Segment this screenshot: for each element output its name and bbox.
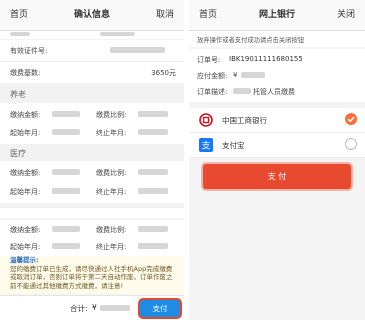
pension-block: 缴纳金额: 缴费比例: 起始年月: 终止年月: — [0, 103, 184, 144]
cancel-link[interactable]: 取消 — [156, 0, 174, 30]
redacted-value — [52, 169, 80, 175]
redacted-value — [138, 188, 168, 194]
pension-section-title: 养老 — [10, 90, 26, 99]
base-amount-label: 缴费基数: — [10, 69, 41, 77]
redacted-text — [10, 32, 30, 36]
redacted-value — [52, 111, 80, 117]
order-amount-currency: ¥ — [233, 71, 238, 79]
redacted-value — [52, 226, 80, 232]
bank-name: 中国工商银行 — [222, 116, 267, 125]
redacted-value — [138, 226, 168, 232]
third-ratio-label: 缴费比例: — [96, 226, 127, 234]
medical-end-label: 终止年月: — [96, 188, 127, 196]
redacted-value — [138, 243, 168, 249]
order-no-value: IBK19011111680155 — [229, 55, 303, 63]
medical-start-label: 起始年月: — [10, 188, 41, 196]
order-desc-redacted — [233, 88, 251, 94]
total-redacted — [100, 305, 130, 311]
id-number-redacted — [110, 47, 165, 53]
base-amount-value: 3650元 — [151, 69, 176, 77]
total-currency: ¥ — [92, 303, 97, 312]
id-number-row: 有效证件号: — [0, 40, 184, 61]
base-amount-row: 缴费基数: 3650元 — [0, 61, 184, 83]
close-link[interactable]: 关闭 — [337, 0, 355, 30]
third-end-label: 终止年月: — [96, 243, 127, 251]
total-label: 合计: — [70, 304, 88, 313]
pension-ratio-label: 缴费比例: — [96, 111, 127, 119]
redacted-value — [138, 111, 168, 117]
order-amount-label: 应付金额: — [197, 72, 228, 80]
alipay-icon: 支 — [199, 138, 213, 152]
radio-selected[interactable] — [345, 113, 357, 125]
confirm-info-panel: 首页 确认信息 取消 有效证件号: 缴费基数: 3650元 养老 缴纳金额: 缴… — [0, 0, 184, 320]
svg-text:支: 支 — [201, 140, 210, 152]
third-amount-label: 缴纳金额: — [10, 226, 41, 234]
redacted-value — [138, 129, 168, 135]
redacted-value — [52, 188, 80, 194]
redacted-text — [100, 32, 135, 36]
bank-name: 支付宝 — [222, 141, 245, 150]
pension-end-label: 终止年月: — [96, 129, 127, 137]
third-insurance-block: 缴纳金额: 缴费比例: 起始年月: 终止年月: — [0, 220, 184, 256]
order-info: 订单号: IBK19011111680155 应付金额: ¥ 订单描述: 托管人… — [189, 49, 365, 102]
check-icon — [347, 116, 355, 123]
warning-text: 放弃操作或者支付成功请点击关闭按钮 — [197, 37, 305, 44]
medical-amount-label: 缴纳金额: — [10, 169, 41, 177]
order-amount-redacted — [241, 72, 265, 78]
medical-section-title: 医疗 — [10, 149, 26, 158]
order-desc-label: 订单描述: — [197, 88, 228, 96]
pay-button[interactable]: 支付 — [140, 300, 180, 317]
header-strip — [0, 31, 184, 39]
icbc-icon — [199, 113, 213, 127]
notice-text: 您的缴费订单已生成，请尽快通过人社手机App完成缴费或取消订单，否则订单将于第二… — [10, 264, 173, 290]
right-nav-bar: 首页 网上银行 关闭 — [189, 0, 365, 31]
redacted-value — [52, 243, 80, 249]
third-start-label: 起始年月: — [10, 243, 41, 251]
bank-option-icbc[interactable]: 中国工商银行 — [189, 108, 365, 133]
pension-amount-label: 缴纳金额: — [10, 111, 41, 119]
radio-unselected[interactable] — [345, 138, 357, 150]
section-gap — [0, 208, 184, 218]
order-no-label: 订单号: — [197, 56, 221, 64]
warning-row: 放弃操作或者支付成功请点击关闭按钮 — [189, 31, 365, 47]
order-desc-value: 托管人员缴费 — [253, 88, 295, 96]
left-footer: 合计: ¥ 支付 — [0, 295, 184, 320]
id-number-label: 有效证件号: — [10, 47, 48, 55]
notice-box: 温馨提示: 您的缴费订单已生成，请尽快通过人社手机App完成缴费或取消订单，否则… — [0, 256, 184, 294]
medical-block: 缴纳金额: 缴费比例: 起始年月: 终止年月: — [0, 161, 184, 203]
bank-option-alipay[interactable]: 支 支付宝 — [189, 133, 365, 158]
online-banking-panel: 首页 网上银行 关闭 放弃操作或者支付成功请点击关闭按钮 订单号: IBK190… — [189, 0, 365, 320]
pay-button[interactable]: 支 付 — [203, 164, 351, 189]
pension-start-label: 起始年月: — [10, 129, 41, 137]
redacted-value — [138, 169, 168, 175]
left-nav-bar: 首页 确认信息 取消 — [0, 0, 184, 31]
medical-ratio-label: 缴费比例: — [96, 169, 127, 177]
redacted-value — [52, 129, 80, 135]
notice-title: 温馨提示: — [10, 256, 39, 264]
